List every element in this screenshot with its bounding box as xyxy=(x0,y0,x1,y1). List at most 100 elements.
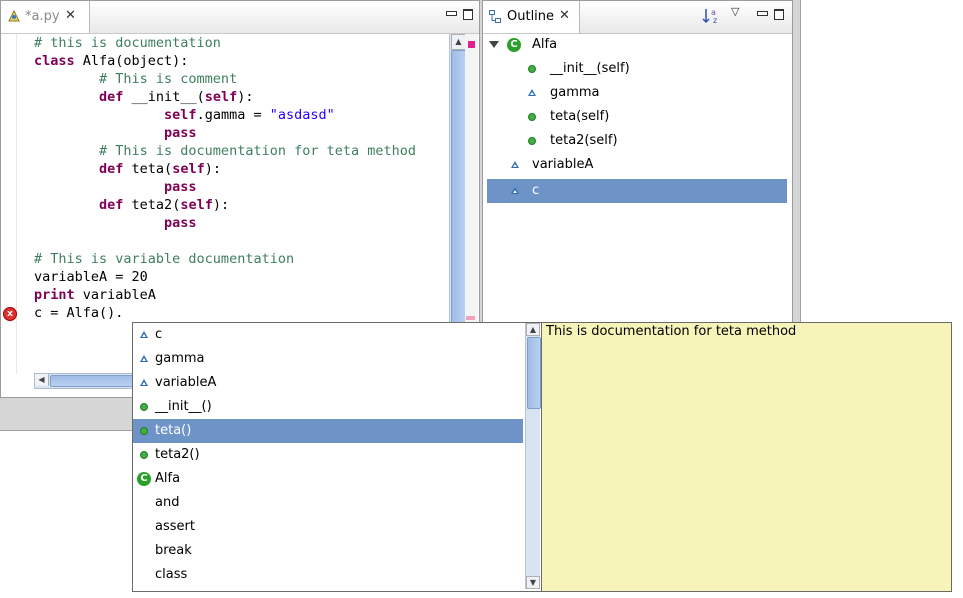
outline-item-label: c xyxy=(532,183,540,198)
keyword-token: pass xyxy=(164,215,197,231)
scroll-up-icon[interactable]: ▲ xyxy=(526,323,540,336)
code-line: # This is documentation for teta method xyxy=(34,143,417,159)
completion-item[interactable]: gamma xyxy=(133,347,523,371)
view-menu-icon[interactable]: ▽ xyxy=(731,5,745,19)
comment-token: # this is documentation xyxy=(34,35,221,51)
editor-tab-label: *a.py xyxy=(25,9,60,24)
outline-item-label: teta2(self) xyxy=(550,133,618,148)
scroll-thumb[interactable] xyxy=(451,50,466,324)
scroll-down-icon[interactable]: ▼ xyxy=(526,576,540,589)
code-line: c = Alfa(). xyxy=(34,305,124,321)
code-token: .gamma = xyxy=(196,107,270,123)
code-line: # This is variable documentation xyxy=(34,251,295,267)
scroll-thumb[interactable] xyxy=(527,337,541,409)
outline-item-alfa[interactable]: C Alfa xyxy=(483,33,783,57)
method-icon xyxy=(528,137,536,145)
code-completion-popup: c gamma variableA __init__() teta() teta… xyxy=(132,322,543,592)
code-line: pass xyxy=(34,178,197,196)
completion-item[interactable]: C Alfa xyxy=(133,467,523,491)
code-line: # this is documentation xyxy=(34,34,221,52)
method-icon xyxy=(140,403,148,411)
completion-item-selected[interactable]: teta() xyxy=(133,419,523,443)
completion-scrollbar[interactable]: ▲ ▼ xyxy=(525,323,541,589)
method-icon xyxy=(528,65,536,73)
class-icon: C xyxy=(137,472,151,486)
maximize-icon[interactable] xyxy=(773,8,785,20)
code-token: __init__( xyxy=(123,89,205,105)
outline-item-c[interactable]: c xyxy=(483,179,783,203)
keyword-token: class xyxy=(34,53,75,69)
keyword-token: def xyxy=(99,161,124,177)
code-token: variableA xyxy=(74,287,156,303)
outline-item-label: teta(self) xyxy=(550,109,610,124)
keyword-token: def xyxy=(99,197,124,213)
code-token: ): xyxy=(204,161,221,177)
outline-item-label: Alfa xyxy=(532,37,558,52)
completion-item-label: __init__() xyxy=(155,399,212,414)
method-icon xyxy=(528,113,536,121)
overview-ruler[interactable] xyxy=(465,34,478,324)
minimize-icon[interactable] xyxy=(445,8,457,20)
code-line: # This is comment xyxy=(34,71,238,87)
sort-alphabetically-icon[interactable]: a z xyxy=(701,6,721,26)
code-line: variableA = 20 xyxy=(34,269,148,285)
attribute-icon xyxy=(511,187,519,194)
ruler-mark[interactable] xyxy=(466,316,475,320)
completion-item[interactable]: __init__() xyxy=(133,395,523,419)
scroll-thumb[interactable] xyxy=(50,375,136,387)
completion-item-label: c xyxy=(155,327,163,342)
outline-item-gamma[interactable]: gamma xyxy=(483,81,783,105)
outline-item-label: __init__(self) xyxy=(550,61,630,76)
minimize-icon[interactable] xyxy=(756,8,768,20)
editor-vertical-scrollbar[interactable]: ▲ xyxy=(449,34,466,324)
completion-item[interactable]: and xyxy=(133,491,523,515)
close-icon[interactable]: ✕ xyxy=(559,8,570,23)
scroll-up-icon[interactable]: ▲ xyxy=(451,34,466,50)
attribute-icon xyxy=(140,379,148,386)
completion-item[interactable]: teta2() xyxy=(133,443,523,467)
outline-item-teta[interactable]: teta(self) xyxy=(483,105,783,129)
code-line: def teta(self): xyxy=(34,160,221,178)
scroll-left-icon[interactable]: ◀ xyxy=(35,374,49,386)
close-icon[interactable]: ✕ xyxy=(65,8,76,23)
method-icon xyxy=(140,427,148,435)
svg-text:z: z xyxy=(713,16,717,25)
attribute-icon xyxy=(140,331,148,338)
keyword-token: self xyxy=(164,107,197,123)
error-icon[interactable]: x xyxy=(3,307,17,321)
code-line: class Alfa(object): xyxy=(34,52,188,70)
class-icon: C xyxy=(507,38,521,52)
outline-tab[interactable]: Outline ✕ xyxy=(483,1,580,33)
completion-item-label: class xyxy=(155,567,188,582)
editor-horizontal-scrollbar[interactable]: ◀ xyxy=(34,373,136,389)
python-file-icon xyxy=(8,9,20,22)
completion-item[interactable]: variableA xyxy=(133,371,523,395)
keyword-token: def xyxy=(99,89,124,105)
maximize-icon[interactable] xyxy=(462,8,474,20)
completion-item[interactable]: c xyxy=(133,323,523,347)
code-line: print variableA xyxy=(34,286,156,304)
outline-item-label: gamma xyxy=(550,85,600,100)
code-token: ): xyxy=(212,197,230,213)
outline-item-variablea[interactable]: variableA xyxy=(483,153,783,177)
completion-item[interactable]: assert xyxy=(133,515,523,539)
method-icon xyxy=(140,451,148,459)
outline-item-init[interactable]: __init__(self) xyxy=(483,57,783,81)
keyword-token: self xyxy=(204,89,238,105)
editor-tab[interactable]: *a.py ✕ xyxy=(1,1,90,33)
completion-item[interactable]: break xyxy=(133,539,523,563)
code-line: pass xyxy=(34,214,197,232)
expand-icon[interactable] xyxy=(489,41,499,48)
code-line: def teta2(self): xyxy=(34,196,229,214)
outline-item-teta2[interactable]: teta2(self) xyxy=(483,129,783,153)
completion-item-label: Alfa xyxy=(155,471,181,486)
completion-item[interactable]: class xyxy=(133,563,523,587)
completion-item-label: teta() xyxy=(155,423,192,438)
completion-item-label: gamma xyxy=(155,351,205,366)
string-token: "asdasd" xyxy=(269,107,335,123)
code-token: teta2( xyxy=(123,197,181,213)
error-ruler-mark[interactable] xyxy=(468,41,475,48)
